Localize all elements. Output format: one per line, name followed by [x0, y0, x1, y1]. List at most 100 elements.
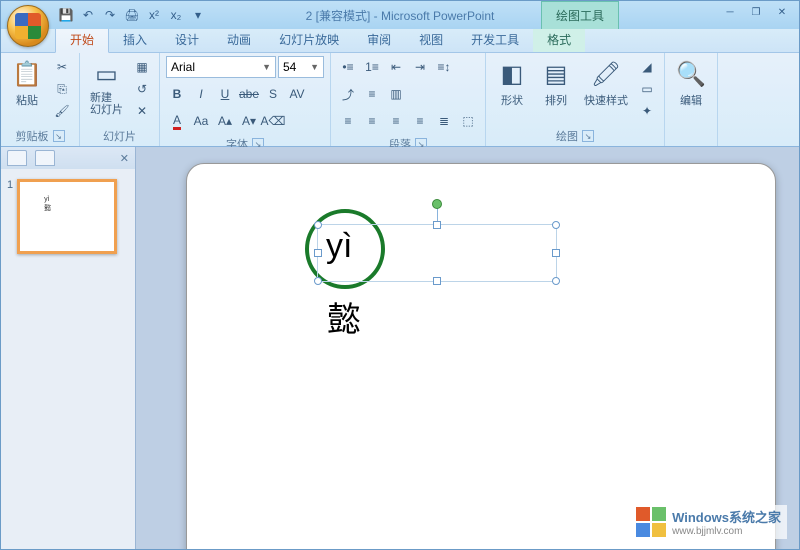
paste-label: 粘贴 [16, 92, 38, 108]
reset-icon[interactable]: ↺ [131, 78, 153, 100]
tab-design[interactable]: 设计 [161, 27, 213, 52]
drawing-group-label: 绘图 [556, 128, 578, 144]
resize-handle-r[interactable] [552, 249, 560, 257]
slides-tab[interactable] [7, 150, 27, 166]
slide-thumbnail[interactable]: yì懿 [17, 179, 117, 254]
tab-developer[interactable]: 开发工具 [457, 27, 533, 52]
undo-icon[interactable]: ↶ [79, 6, 97, 24]
arrange-button[interactable]: ▤ 排列 [536, 56, 576, 110]
print-icon[interactable]: 🖨 [123, 6, 141, 24]
superscript-icon[interactable]: x² [145, 6, 163, 24]
font-name-combo[interactable]: Arial▼ [166, 56, 276, 78]
qat-more-icon[interactable]: ▾ [189, 6, 207, 24]
editing-button[interactable]: 🔍编辑 [671, 56, 711, 110]
text-box[interactable]: yì [317, 224, 557, 282]
clipboard-launcher[interactable]: ↘ [53, 130, 65, 142]
outline-tab[interactable] [35, 150, 55, 166]
quick-styles-label: 快速样式 [584, 92, 628, 108]
cut-icon[interactable]: ✂ [51, 56, 73, 78]
minimize-button[interactable]: ─ [719, 7, 741, 23]
shape-outline-button[interactable]: ▭ [636, 78, 658, 100]
tab-review[interactable]: 审阅 [353, 27, 405, 52]
resize-handle-tr[interactable] [552, 221, 560, 229]
align-center-button[interactable]: ≡ [361, 110, 383, 132]
redo-icon[interactable]: ↷ [101, 6, 119, 24]
strikethrough-button[interactable]: abe [238, 83, 260, 105]
line-spacing-button[interactable]: ≡↕ [433, 56, 455, 78]
resize-handle-br[interactable] [552, 277, 560, 285]
smartart-button[interactable]: ⬚ [457, 110, 479, 132]
watermark-url: www.bjjmlv.com [672, 526, 781, 537]
office-button[interactable] [7, 5, 49, 47]
resize-handle-l[interactable] [314, 249, 322, 257]
font-color-button[interactable]: A [166, 110, 188, 132]
arrange-icon: ▤ [540, 58, 572, 90]
arrange-label: 排列 [545, 92, 567, 108]
columns-button[interactable]: ▥ [385, 83, 407, 105]
align-right-button[interactable]: ≡ [385, 110, 407, 132]
delete-slide-icon[interactable]: ✕ [131, 100, 153, 122]
drawing-launcher[interactable]: ↘ [582, 130, 594, 142]
tab-animations[interactable]: 动画 [213, 27, 265, 52]
window-controls: ─ ❐ ✕ [719, 7, 793, 23]
chinese-character[interactable]: 懿 [327, 292, 361, 341]
tab-format[interactable]: 格式 [533, 27, 585, 52]
numbering-button[interactable]: 1≡ [361, 56, 383, 78]
window-title: 2 [兼容模式] - Microsoft PowerPoint [306, 7, 495, 24]
text-direction-button[interactable]: ⤴ [337, 83, 359, 105]
format-painter-icon[interactable]: 🖌 [51, 100, 73, 122]
resize-handle-bl[interactable] [314, 277, 322, 285]
align-text-button[interactable]: ≡ [361, 83, 383, 105]
font-name-value: Arial [171, 60, 195, 74]
bold-button[interactable]: B [166, 83, 188, 105]
shrink-font-button[interactable]: A▾ [238, 110, 260, 132]
tab-view[interactable]: 视图 [405, 27, 457, 52]
panel-tabs: ✕ [1, 147, 135, 169]
clear-formatting-button[interactable]: A⌫ [262, 110, 284, 132]
bullets-button[interactable]: •≡ [337, 56, 359, 78]
thumbnail-number: 1 [7, 179, 13, 254]
underline-button[interactable]: U [214, 83, 236, 105]
new-slide-button[interactable]: ▭ 新建 幻灯片 [86, 56, 127, 118]
text-content[interactable]: yì [318, 225, 556, 268]
font-size-value: 54 [283, 60, 296, 74]
italic-button[interactable]: I [190, 83, 212, 105]
find-icon: 🔍 [675, 58, 707, 90]
tab-slideshow[interactable]: 幻灯片放映 [265, 27, 353, 52]
resize-handle-b[interactable] [433, 277, 441, 285]
align-justify-button[interactable]: ≡ [409, 110, 431, 132]
restore-button[interactable]: ❐ [745, 7, 767, 23]
shape-effects-button[interactable]: ✦ [636, 100, 658, 122]
indent-increase-button[interactable]: ⇥ [409, 56, 431, 78]
rotation-connector [437, 207, 438, 221]
thumbnail-item[interactable]: 1 yì懿 [1, 169, 135, 264]
save-icon[interactable]: 💾 [57, 6, 75, 24]
indent-decrease-button[interactable]: ⇤ [385, 56, 407, 78]
shapes-button[interactable]: ◧形状 [492, 56, 532, 110]
font-size-combo[interactable]: 54▼ [278, 56, 324, 78]
change-case-button[interactable]: Aa [190, 110, 212, 132]
resize-handle-tl[interactable] [314, 221, 322, 229]
rotation-handle[interactable] [432, 199, 442, 209]
align-left-button[interactable]: ≡ [337, 110, 359, 132]
subscript-icon[interactable]: x₂ [167, 6, 185, 24]
distributed-button[interactable]: ≣ [433, 110, 455, 132]
paste-button[interactable]: 📋 粘贴 [7, 56, 47, 110]
clipboard-group-label: 剪贴板 [16, 128, 49, 144]
slide-canvas[interactable]: yì 懿 [136, 147, 799, 549]
layout-icon[interactable]: ▦ [131, 56, 153, 78]
tab-home[interactable]: 开始 [55, 26, 109, 53]
char-spacing-button[interactable]: AV [286, 83, 308, 105]
group-editing: 🔍编辑 [665, 53, 718, 146]
slide[interactable]: yì 懿 [186, 163, 776, 549]
copy-icon[interactable]: ⎘ [51, 78, 73, 100]
shapes-icon: ◧ [496, 58, 528, 90]
grow-font-button[interactable]: A▴ [214, 110, 236, 132]
panel-close-button[interactable]: ✕ [120, 152, 129, 165]
resize-handle-t[interactable] [433, 221, 441, 229]
tab-insert[interactable]: 插入 [109, 27, 161, 52]
quick-styles-button[interactable]: 🖍快速样式 [580, 56, 632, 110]
shape-fill-button[interactable]: ◢ [636, 56, 658, 78]
shadow-button[interactable]: S [262, 83, 284, 105]
close-button[interactable]: ✕ [771, 7, 793, 23]
